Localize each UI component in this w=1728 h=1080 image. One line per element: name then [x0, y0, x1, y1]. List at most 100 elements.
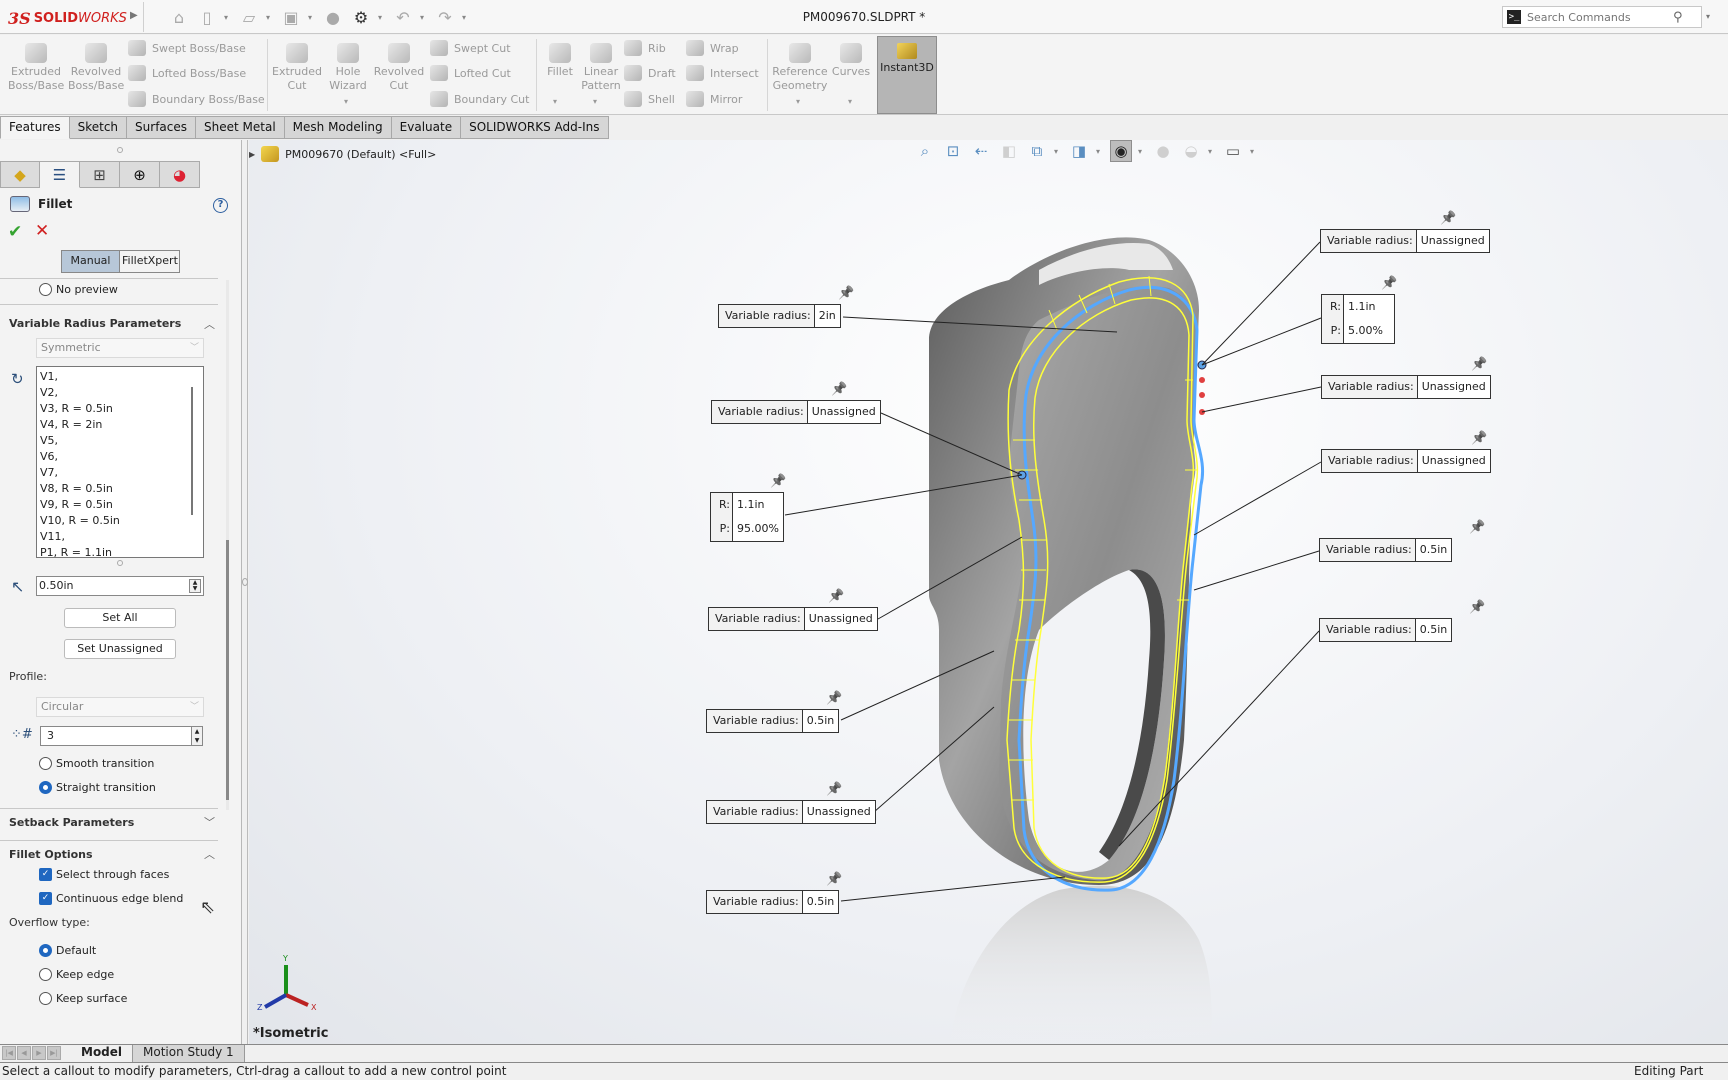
extruded-cut-button[interactable]: Extruded Cut: [270, 39, 324, 93]
pin-icon[interactable]: 📌: [1440, 211, 1456, 226]
search-dropdown-icon[interactable]: ▾: [1706, 12, 1710, 21]
redo-dropdown-icon[interactable]: ▾: [462, 13, 470, 22]
vertex-list-scrollbar[interactable]: [191, 387, 193, 515]
variable-radius-callout[interactable]: Variable radius: 0.5in: [706, 709, 840, 733]
select-through-faces-checkbox[interactable]: ✓: [39, 868, 52, 881]
print-icon[interactable]: ●: [322, 6, 344, 28]
swept-boss-button[interactable]: Swept Boss/Base: [128, 40, 246, 56]
swept-cut-button[interactable]: Swept Cut: [430, 40, 511, 56]
straight-transition-radio[interactable]: [39, 781, 52, 794]
pin-icon[interactable]: 📌: [838, 286, 854, 301]
profile-dropdown[interactable]: Circular ﹀: [36, 697, 204, 717]
model-tab[interactable]: Model: [71, 1044, 134, 1062]
list-resize-handle[interactable]: [117, 560, 123, 566]
save-dropdown-icon[interactable]: ▾: [308, 13, 316, 22]
pin-icon[interactable]: 📌: [831, 382, 847, 397]
dimxpert-manager-tab[interactable]: ⊕: [120, 161, 160, 188]
variable-radius-callout[interactable]: Variable radius: Unassigned: [706, 800, 876, 824]
no-preview-radio[interactable]: [39, 283, 52, 296]
menu-expand-arrow-icon[interactable]: ▶: [130, 10, 138, 21]
setback-section-header[interactable]: Setback Parameters: [9, 816, 134, 829]
variable-radius-callout[interactable]: Variable radius: Unassigned: [1321, 375, 1491, 399]
vertex-list-item[interactable]: V2,: [40, 385, 203, 401]
options-gear-icon[interactable]: ⚙: [350, 6, 372, 28]
home-icon[interactable]: ⌂: [168, 6, 190, 28]
tab-sketch[interactable]: Sketch: [69, 116, 128, 139]
boundary-boss-button[interactable]: Boundary Boss/Base: [128, 91, 265, 107]
pin-icon[interactable]: 📌: [1471, 431, 1487, 446]
vertex-list-item[interactable]: V3, R = 0.5in: [40, 401, 203, 417]
variable-radius-callout[interactable]: Variable radius: Unassigned: [1321, 449, 1491, 473]
pin-icon[interactable]: 📌: [1469, 520, 1485, 535]
next-tab-icon[interactable]: ▶: [32, 1046, 46, 1060]
callout-value[interactable]: 0.5in: [802, 710, 839, 732]
revolved-boss-button[interactable]: Revolved Boss/Base: [68, 39, 124, 93]
tab-evaluate[interactable]: Evaluate: [391, 116, 462, 139]
callout-value[interactable]: Unassigned: [804, 608, 877, 630]
radius-spinner[interactable]: ▲ ▼: [189, 579, 201, 593]
new-document-icon[interactable]: ▯: [196, 6, 218, 28]
vertex-list-item[interactable]: V5,: [40, 433, 203, 449]
help-icon[interactable]: ?: [213, 198, 228, 213]
fillet-button[interactable]: Fillet: [540, 39, 580, 79]
fillet-options-section-header[interactable]: Fillet Options: [9, 848, 93, 861]
callout-value[interactable]: Unassigned: [802, 801, 875, 823]
callout-value[interactable]: 0.5in: [1415, 539, 1452, 561]
graphics-viewport[interactable]: ▶ PM009670 (Default) <Full> ⌕ ⊡ ⇠ ◧ ⧉ ▾ ◨…: [249, 140, 1728, 1044]
callout-value[interactable]: Unassigned: [1417, 450, 1490, 472]
configuration-manager-tab[interactable]: ⊞: [80, 161, 120, 188]
hole-wizard-dropdown-icon[interactable]: ▾: [344, 97, 348, 106]
wrap-button[interactable]: Wrap: [686, 40, 739, 56]
splitter-grip[interactable]: [242, 578, 248, 586]
undo-dropdown-icon[interactable]: ▾: [420, 13, 428, 22]
overflow-default-option[interactable]: Default: [39, 944, 96, 957]
callout-value[interactable]: 0.5in: [802, 891, 839, 913]
mirror-button[interactable]: Mirror: [686, 91, 742, 107]
callout-value[interactable]: 1.1in: [733, 493, 783, 517]
open-dropdown-icon[interactable]: ▾: [266, 13, 274, 22]
variable-radius-callout[interactable]: Variable radius: 0.5in: [1319, 618, 1453, 642]
options-dropdown-icon[interactable]: ▾: [378, 13, 386, 22]
open-icon[interactable]: ▱: [238, 6, 260, 28]
panel-scrollbar[interactable]: [226, 280, 229, 810]
linear-pattern-button[interactable]: Linear Pattern: [578, 39, 624, 93]
pin-icon[interactable]: 📌: [828, 589, 844, 604]
curves-dropdown-icon[interactable]: ▾: [848, 97, 852, 106]
variable-radius-callout[interactable]: Variable radius: 2in: [718, 304, 841, 328]
feature-manager-tab[interactable]: ◆: [0, 161, 40, 188]
reference-geometry-dropdown-icon[interactable]: ▾: [796, 97, 800, 106]
variable-radius-callout[interactable]: Variable radius: Unassigned: [708, 607, 878, 631]
vertex-list-item[interactable]: V7,: [40, 465, 203, 481]
control-point-callout[interactable]: R: 1.1in P: 95.00%: [710, 492, 784, 542]
vertex-list-item[interactable]: V8, R = 0.5in: [40, 481, 203, 497]
select-through-faces-option[interactable]: ✓ Select through faces: [39, 868, 169, 881]
vertex-list-item[interactable]: V1,: [40, 369, 203, 385]
overflow-keep-edge-option[interactable]: Keep edge: [39, 968, 114, 981]
set-unassigned-button[interactable]: Set Unassigned: [64, 639, 176, 659]
smooth-transition-radio[interactable]: [39, 757, 52, 770]
callout-value[interactable]: Unassigned: [1417, 376, 1490, 398]
tab-mesh-modeling[interactable]: Mesh Modeling: [284, 116, 392, 139]
curves-button[interactable]: Curves: [830, 39, 872, 79]
overflow-keep-surface-option[interactable]: Keep surface: [39, 992, 127, 1005]
collapse-chevron-up-icon[interactable]: ︿: [204, 316, 215, 332]
motion-study-tab[interactable]: Motion Study 1: [133, 1044, 245, 1062]
pin-icon[interactable]: 📌: [1381, 276, 1397, 291]
hole-wizard-button[interactable]: Hole Wizard: [322, 39, 374, 93]
rib-button[interactable]: Rib: [624, 40, 666, 56]
panel-collapse-handle[interactable]: [117, 147, 123, 153]
new-dropdown-icon[interactable]: ▾: [224, 13, 232, 22]
redo-icon[interactable]: ↷: [434, 6, 456, 28]
filletxpert-mode-button[interactable]: FilletXpert: [120, 251, 179, 272]
vertex-list-item[interactable]: V4, R = 2in: [40, 417, 203, 433]
instant3d-button[interactable]: Instant3D: [877, 36, 937, 114]
callout-value[interactable]: 5.00%: [1344, 319, 1394, 343]
overflow-default-radio[interactable]: [39, 944, 52, 957]
search-icon[interactable]: ⚲: [1673, 10, 1683, 25]
vertex-list-item[interactable]: V11,: [40, 529, 203, 545]
model-graphics[interactable]: [249, 140, 1728, 1044]
pin-icon[interactable]: 📌: [1469, 600, 1485, 615]
continuous-edge-blend-option[interactable]: ✓ Continuous edge blend: [39, 892, 183, 905]
radius-input[interactable]: 0.50in ▲ ▼: [36, 576, 204, 596]
search-commands-box[interactable]: >_ ⚲: [1502, 6, 1702, 28]
